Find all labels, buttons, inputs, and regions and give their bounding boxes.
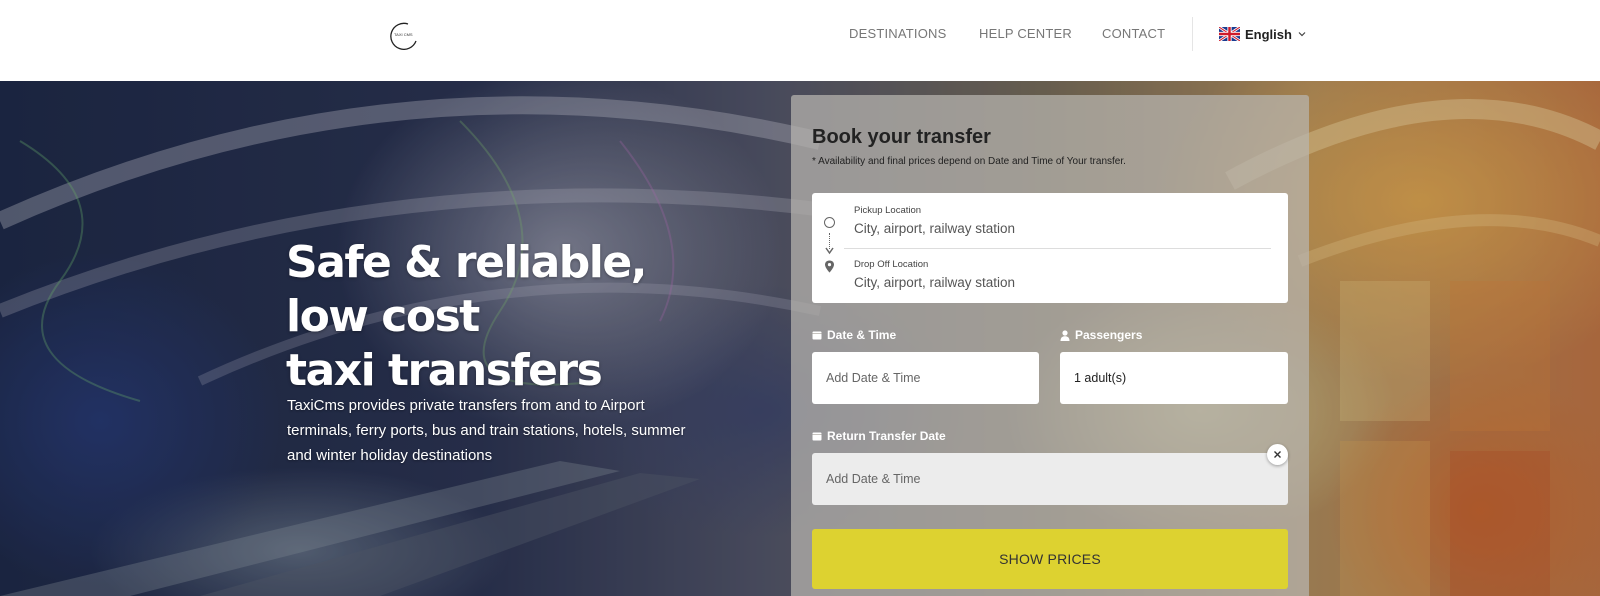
language-selector[interactable]: English [1219,24,1306,44]
logo-text: TAXI CMS [394,32,413,37]
clear-return-date-button[interactable] [1267,444,1288,465]
passengers-select[interactable]: 1 adult(s) [1060,352,1288,404]
headline-line-1: Safe & reliable, [286,237,647,288]
headline-line-2: low cost [286,291,480,342]
return-date-input[interactable] [812,453,1288,505]
nav-divider [1192,17,1193,51]
booking-panel: Book your transfer * Availability and fi… [791,95,1309,596]
passengers-label: Passengers [1075,328,1143,342]
close-icon [1274,451,1281,458]
passengers-value: 1 adult(s) [1074,371,1127,385]
taxicms-logo[interactable]: TAXI CMS [386,20,422,50]
dropoff-location-input[interactable] [854,274,1270,291]
date-time-label-group: Date & Time [812,328,896,342]
pickup-circle-icon [824,217,835,228]
nav-contact[interactable]: CONTACT [1102,26,1165,41]
route-divider [844,248,1271,249]
user-icon [1060,329,1070,341]
passengers-label-group: Passengers [1060,328,1142,342]
booking-title: Book your transfer [812,126,991,148]
date-time-input[interactable] [812,352,1039,404]
booking-note: * Availability and final prices depend o… [812,156,1126,167]
hero-tagline: TaxiCms provides private transfers from … [287,397,686,464]
pickup-location-input[interactable] [854,220,1270,237]
nav-destinations[interactable]: DESTINATIONS [849,26,947,41]
map-pin-icon [825,260,834,273]
return-date-label: Return Transfer Date [827,429,946,443]
hero-headline: Safe & reliable, low cost taxi transfers [286,236,746,398]
language-label: English [1245,26,1292,42]
date-time-label: Date & Time [827,328,897,342]
hero-section: Safe & reliable, low cost taxi transfers… [0,81,1600,596]
uk-flag-icon [1219,27,1240,41]
show-prices-button[interactable]: SHOW PRICES [812,529,1288,589]
route-arrow-icon [825,247,834,255]
route-fields: Pickup Location Drop Off Location [812,193,1288,303]
nav-help-center[interactable]: HELP CENTER [979,26,1072,41]
headline-line-3: taxi transfers [286,345,603,396]
dropoff-location-field: Drop Off Location [854,259,1274,291]
pickup-location-field: Pickup Location [854,205,1274,237]
pickup-location-label: Pickup Location [854,205,922,216]
return-date-label-group: Return Transfer Date [812,429,946,443]
dropoff-location-label: Drop Off Location [854,259,929,270]
calendar-icon [812,432,822,441]
chevron-down-icon [1298,32,1306,37]
site-header: TAXI CMS DESTINATIONS HELP CENTER CONTAC… [0,0,1600,81]
calendar-icon [812,331,822,340]
